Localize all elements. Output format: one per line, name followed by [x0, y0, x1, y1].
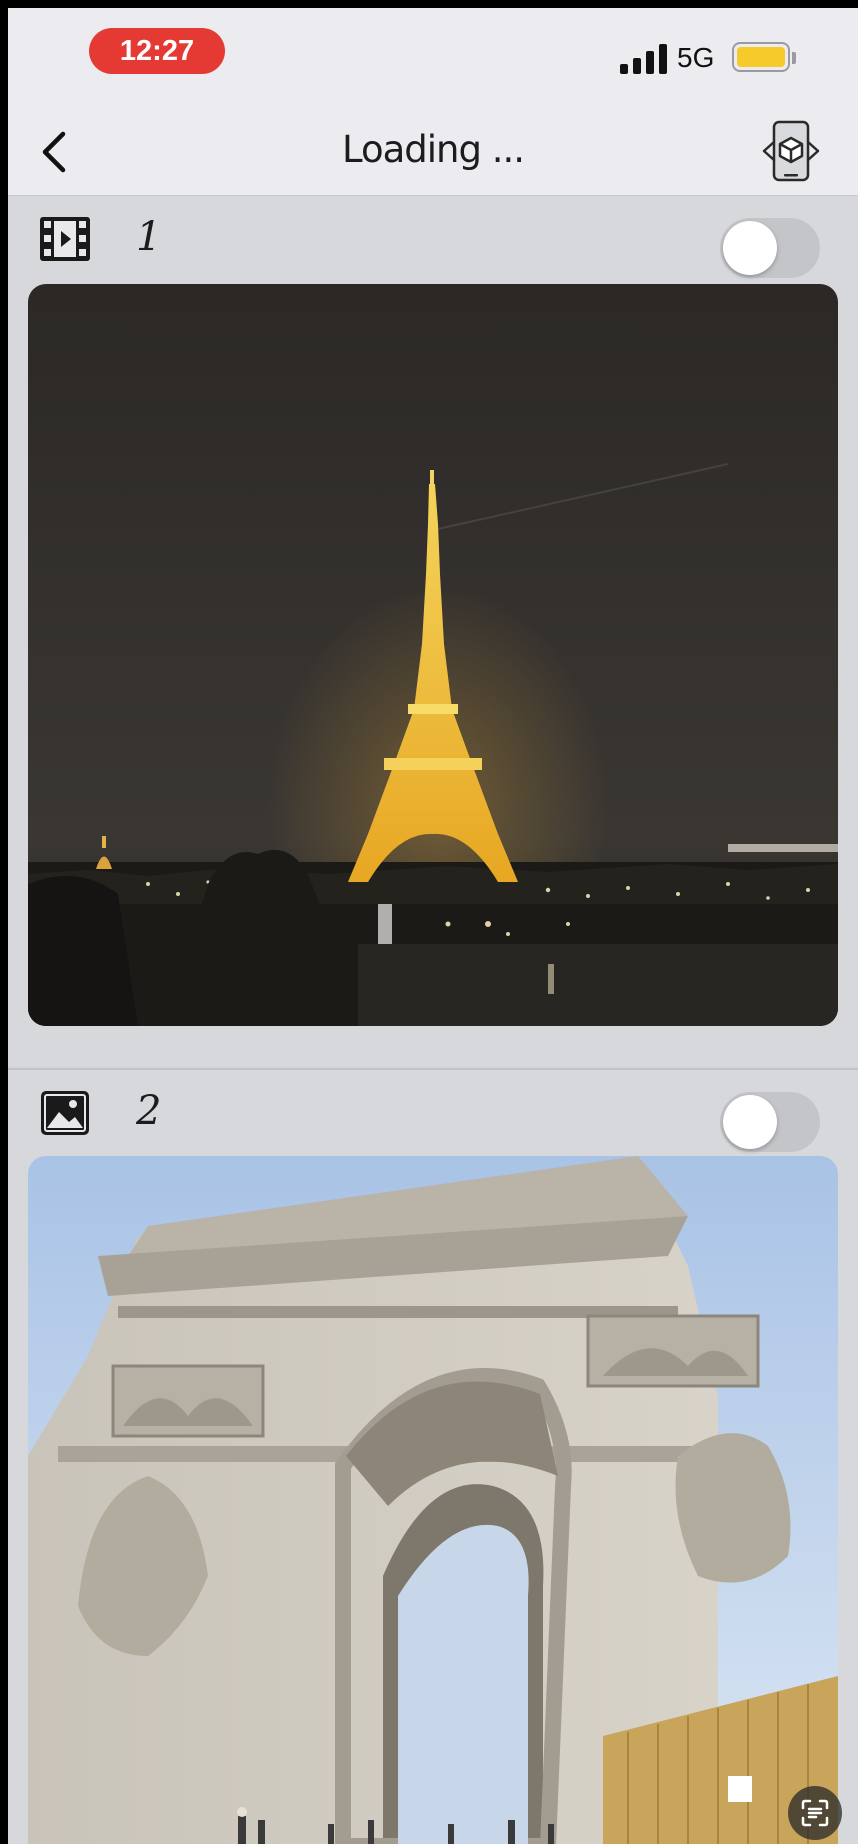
navigation-bar: Loading ... — [8, 108, 858, 196]
media-card: 2 — [8, 1068, 858, 1844]
ar-view-button[interactable] — [760, 118, 822, 184]
eiffel-tower-night-photo[interactable] — [28, 284, 838, 1026]
select-toggle[interactable] — [720, 1092, 820, 1152]
toggle-knob — [723, 1095, 777, 1149]
photo-icon — [41, 1091, 89, 1135]
card-header: 1 — [8, 196, 858, 284]
status-time[interactable]: 12:27 — [89, 28, 225, 74]
battery-icon — [732, 42, 790, 72]
video-icon — [40, 217, 90, 261]
ar-cube-icon — [762, 120, 820, 182]
app-screen: 12:27 5G Loading ... 1 2 — [8, 8, 858, 1844]
item-number: 2 — [136, 1088, 162, 1134]
arc-de-triomphe-photo[interactable] — [28, 1156, 838, 1844]
battery-cap — [792, 52, 796, 64]
media-card: 1 — [8, 196, 858, 1066]
select-toggle[interactable] — [720, 218, 820, 278]
status-bar: 12:27 5G — [8, 8, 858, 108]
toggle-knob — [723, 221, 777, 275]
scan-text-button[interactable] — [788, 1786, 842, 1840]
card-header: 2 — [8, 1070, 858, 1158]
page-title: Loading ... — [341, 128, 525, 171]
network-type: 5G — [677, 42, 715, 73]
cellular-signal-icon — [620, 42, 668, 74]
scan-text-icon — [801, 1799, 829, 1827]
item-number: 1 — [136, 214, 162, 260]
